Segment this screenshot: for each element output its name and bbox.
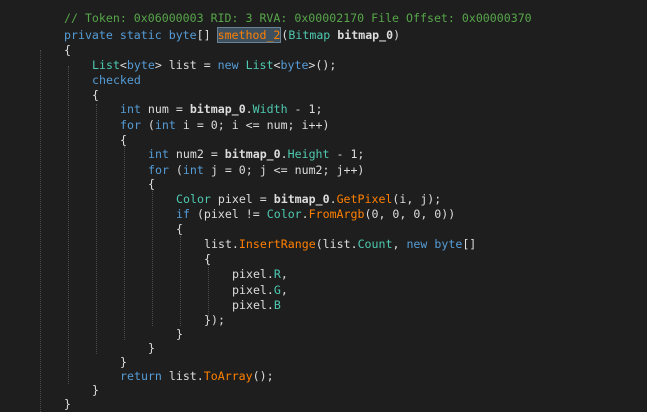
param-name[interactable]: bitmap_0 xyxy=(337,28,393,42)
code-line-brace: } xyxy=(92,383,99,397)
code-line-signature: private static byte[] smethod_2(Bitmap b… xyxy=(64,27,401,43)
code-line-brace: { xyxy=(120,133,127,147)
code-line-brace: { xyxy=(204,252,211,266)
indent-guide xyxy=(208,260,209,316)
code-line-pixel-decl: Color pixel = bitmap_0.GetPixel(i, j); xyxy=(176,192,442,206)
code-line-pixel-r: pixel.R, xyxy=(232,267,288,281)
code-editor[interactable]: // Token: 0x06000003 RID: 3 RVA: 0x00002… xyxy=(0,0,647,412)
code-line-pixel-b: pixel.B xyxy=(232,298,281,312)
indent-guide xyxy=(180,236,181,326)
code-line-brace: { xyxy=(148,177,155,191)
code-line-comment: // Token: 0x06000003 RID: 3 RVA: 0x00002… xyxy=(64,10,532,26)
code-line-return: return list.ToArray(); xyxy=(120,369,274,383)
code-line-list-decl: List<byte> list = new List<byte>(); xyxy=(92,58,337,72)
modifier-keywords: private static xyxy=(64,28,162,42)
param-type[interactable]: Bitmap xyxy=(288,28,330,42)
code-line-brace: { xyxy=(64,43,71,57)
indent-guide xyxy=(96,104,97,354)
method-name-highlight[interactable]: smethod_2 xyxy=(216,27,282,43)
indent-guide xyxy=(152,188,153,326)
code-line-if: if (pixel != Color.FromArgb(0, 0, 0, 0)) xyxy=(176,207,456,221)
code-line-close-paren: }); xyxy=(204,313,225,327)
code-line-brace: } xyxy=(64,397,71,411)
code-line-checked: checked xyxy=(92,73,141,87)
code-line-for-i: for (int i = 0; i <= num; i++) xyxy=(120,118,330,132)
code-line-num2-decl: int num2 = bitmap_0.Height - 1; xyxy=(148,147,365,161)
code-line-num-decl: int num = bitmap_0.Width - 1; xyxy=(120,102,323,116)
code-line-brace: } xyxy=(148,341,155,355)
indent-guide xyxy=(40,50,41,412)
return-type: byte xyxy=(168,28,197,42)
comment-text: // Token: 0x06000003 RID: 3 RVA: 0x00002… xyxy=(64,11,532,25)
indent-guide xyxy=(68,66,69,384)
code-line-pixel-g: pixel.G, xyxy=(232,283,288,297)
code-line-brace: { xyxy=(176,222,183,236)
indent-guide xyxy=(124,146,125,340)
code-line-brace: } xyxy=(176,327,183,341)
code-line-brace: { xyxy=(92,88,99,102)
code-line-insert-range: list.InsertRange(list.Count, new byte[] xyxy=(204,237,477,251)
code-line-for-j: for (int j = 0; j <= num2; j++) xyxy=(148,163,365,177)
